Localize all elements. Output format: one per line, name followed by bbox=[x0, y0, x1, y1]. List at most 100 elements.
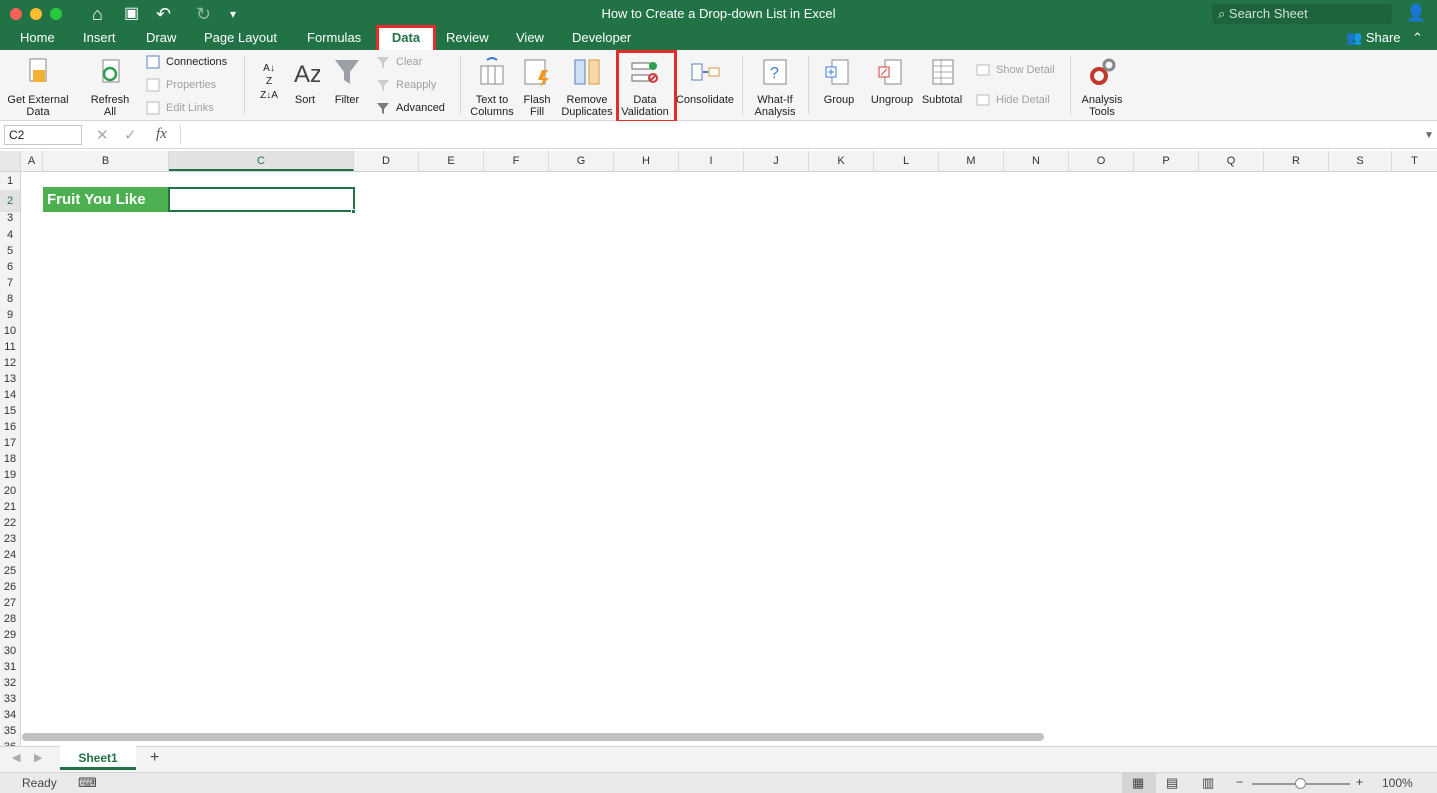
cell-c2-selected[interactable] bbox=[168, 187, 355, 212]
row-header[interactable]: 20 bbox=[0, 483, 20, 499]
row-header[interactable]: 3 bbox=[0, 210, 20, 226]
text-to-columns-button[interactable]: Text to Columns bbox=[468, 56, 516, 118]
column-header[interactable]: J bbox=[744, 151, 809, 171]
cell-b2[interactable]: Fruit You Like bbox=[43, 187, 169, 212]
expand-formula-bar-icon[interactable]: ▼ bbox=[1424, 130, 1434, 141]
column-header[interactable]: S bbox=[1329, 151, 1392, 171]
worksheet-grid[interactable] bbox=[21, 172, 1437, 732]
name-box[interactable]: C2 bbox=[4, 125, 82, 145]
row-header[interactable]: 26 bbox=[0, 579, 20, 595]
row-header[interactable]: 14 bbox=[0, 387, 20, 403]
row-header[interactable]: 8 bbox=[0, 291, 20, 307]
column-header[interactable]: P bbox=[1134, 151, 1199, 171]
column-header[interactable]: A bbox=[21, 151, 43, 171]
edit-links-button[interactable]: Edit Links bbox=[146, 98, 214, 118]
search-input[interactable]: ⌕ Search Sheet bbox=[1212, 4, 1392, 24]
subtotal-button[interactable]: Subtotal bbox=[918, 56, 966, 106]
column-header[interactable]: B bbox=[43, 151, 169, 171]
row-header[interactable]: 11 bbox=[0, 339, 20, 355]
column-header[interactable]: G bbox=[549, 151, 614, 171]
consolidate-button[interactable]: Consolidate bbox=[674, 56, 736, 106]
zoom-in-icon[interactable]: + bbox=[1356, 775, 1363, 789]
row-header[interactable]: 23 bbox=[0, 531, 20, 547]
sort-za-button[interactable]: Z↓A bbox=[254, 90, 284, 102]
row-header[interactable]: 25 bbox=[0, 563, 20, 579]
column-header[interactable]: D bbox=[354, 151, 419, 171]
row-header[interactable]: 15 bbox=[0, 403, 20, 419]
zoom-level[interactable]: 100% bbox=[1382, 776, 1413, 790]
row-header[interactable]: 17 bbox=[0, 435, 20, 451]
what-if-analysis-button[interactable]: ? What-If Analysis bbox=[748, 56, 802, 118]
row-header[interactable]: 18 bbox=[0, 451, 20, 467]
show-detail-button[interactable]: Show Detail bbox=[976, 60, 1055, 80]
row-header[interactable]: 13 bbox=[0, 371, 20, 387]
column-header[interactable]: Q bbox=[1199, 151, 1264, 171]
previous-sheet-icon[interactable]: ◀ bbox=[12, 751, 20, 764]
ungroup-button[interactable]: Ungroup bbox=[866, 56, 918, 106]
tab-developer[interactable]: Developer bbox=[568, 28, 635, 50]
row-header[interactable]: 4 bbox=[0, 227, 20, 243]
row-header[interactable]: 27 bbox=[0, 595, 20, 611]
row-header[interactable]: 19 bbox=[0, 467, 20, 483]
reapply-button[interactable]: Reapply bbox=[376, 75, 436, 95]
column-header[interactable]: R bbox=[1264, 151, 1329, 171]
macro-record-icon[interactable]: ⌨ bbox=[78, 775, 97, 791]
account-icon[interactable]: 👤 bbox=[1406, 4, 1426, 24]
filter-button[interactable]: Filter bbox=[330, 56, 364, 106]
tab-page-layout[interactable]: Page Layout bbox=[200, 28, 281, 50]
row-header[interactable]: 7 bbox=[0, 275, 20, 291]
formula-input[interactable] bbox=[180, 125, 1415, 145]
column-header[interactable]: N bbox=[1004, 151, 1069, 171]
page-layout-view-icon[interactable]: ▤ bbox=[1166, 775, 1178, 791]
tab-formulas[interactable]: Formulas bbox=[303, 28, 365, 50]
analysis-tools-button[interactable]: Analysis Tools bbox=[1076, 56, 1128, 118]
row-header[interactable]: 33 bbox=[0, 691, 20, 707]
clear-button[interactable]: Clear bbox=[376, 52, 422, 72]
column-header[interactable]: L bbox=[874, 151, 939, 171]
column-header[interactable]: H bbox=[614, 151, 679, 171]
zoom-out-icon[interactable]: − bbox=[1236, 775, 1243, 789]
row-header[interactable]: 24 bbox=[0, 547, 20, 563]
row-header[interactable]: 32 bbox=[0, 675, 20, 691]
remove-duplicates-button[interactable]: Remove Duplicates bbox=[558, 56, 616, 118]
row-header[interactable]: 34 bbox=[0, 707, 20, 723]
row-header[interactable]: 21 bbox=[0, 499, 20, 515]
group-button[interactable]: Group bbox=[816, 56, 862, 106]
tab-home[interactable]: Home bbox=[16, 28, 59, 50]
add-sheet-icon[interactable]: + bbox=[150, 749, 159, 767]
next-sheet-icon[interactable]: ▶ bbox=[34, 751, 42, 764]
advanced-button[interactable]: Advanced bbox=[376, 98, 445, 118]
tab-insert[interactable]: Insert bbox=[79, 28, 120, 50]
sort-az-button[interactable]: A↓ Z bbox=[254, 62, 284, 88]
row-header[interactable]: 30 bbox=[0, 643, 20, 659]
row-header[interactable]: 1 bbox=[0, 173, 20, 189]
hide-detail-button[interactable]: Hide Detail bbox=[976, 90, 1050, 110]
row-header[interactable]: 28 bbox=[0, 611, 20, 627]
row-header[interactable]: 2 bbox=[0, 190, 20, 212]
row-header[interactable]: 29 bbox=[0, 627, 20, 643]
confirm-formula-icon[interactable]: ✓ bbox=[124, 126, 137, 144]
column-header[interactable]: F bbox=[484, 151, 549, 171]
tab-view[interactable]: View bbox=[512, 28, 548, 50]
column-header[interactable]: O bbox=[1069, 151, 1134, 171]
row-header[interactable]: 6 bbox=[0, 259, 20, 275]
sort-button[interactable]: Az Sort bbox=[288, 56, 322, 106]
row-header[interactable]: 5 bbox=[0, 243, 20, 259]
share-button[interactable]: 👥 Share bbox=[1342, 28, 1405, 50]
column-header[interactable]: I bbox=[679, 151, 744, 171]
sheet-tab-sheet1[interactable]: Sheet1 bbox=[60, 746, 136, 770]
properties-button[interactable]: Properties bbox=[146, 75, 216, 95]
collapse-ribbon-icon[interactable]: ⌃ bbox=[1408, 28, 1427, 50]
column-header[interactable]: M bbox=[939, 151, 1004, 171]
column-header[interactable]: K bbox=[809, 151, 874, 171]
select-all-button[interactable] bbox=[0, 151, 21, 171]
flash-fill-button[interactable]: Flash Fill bbox=[518, 56, 556, 118]
row-header[interactable]: 31 bbox=[0, 659, 20, 675]
row-header[interactable]: 9 bbox=[0, 307, 20, 323]
row-header[interactable]: 16 bbox=[0, 419, 20, 435]
get-external-data-button[interactable]: Get External Data bbox=[4, 56, 72, 118]
insert-function-button[interactable]: fx bbox=[156, 126, 167, 143]
zoom-slider-thumb[interactable] bbox=[1295, 778, 1306, 789]
column-header[interactable]: C bbox=[169, 151, 354, 171]
tab-draw[interactable]: Draw bbox=[142, 28, 180, 50]
